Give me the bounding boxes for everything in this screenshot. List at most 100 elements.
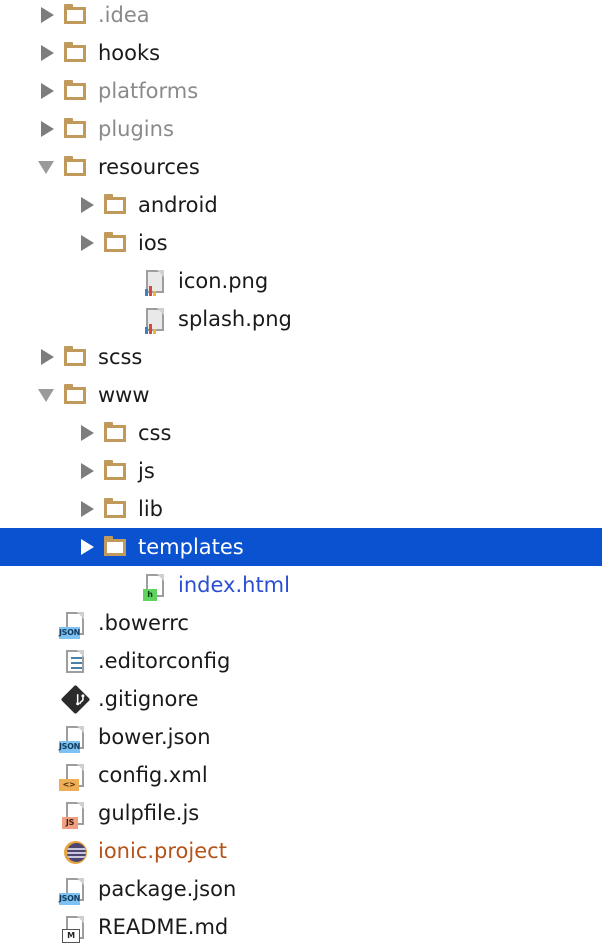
tree-row-label: bower.json bbox=[98, 725, 211, 749]
tree-row-label: hooks bbox=[98, 41, 161, 65]
tree-row[interactable]: JSON .bowerrc bbox=[0, 604, 602, 642]
tree-row[interactable]: plugins bbox=[0, 110, 602, 148]
twisty-placeholder bbox=[116, 300, 142, 338]
folder-icon bbox=[102, 224, 132, 262]
tree-row[interactable]: <> config.xml bbox=[0, 756, 602, 794]
chevron-right-icon[interactable] bbox=[76, 452, 102, 490]
tree-row-label: android bbox=[138, 193, 218, 217]
text-file-icon bbox=[62, 642, 92, 680]
image-file-icon bbox=[142, 300, 172, 338]
chevron-down-icon[interactable] bbox=[36, 148, 62, 186]
tree-row-label: js bbox=[138, 459, 155, 483]
indent-spacer bbox=[0, 281, 116, 282]
chevron-right-icon[interactable] bbox=[76, 490, 102, 528]
json-file-icon: JSON bbox=[59, 604, 92, 642]
tree-row[interactable]: JSON package.json bbox=[0, 870, 602, 908]
markdown-file-icon: M bbox=[62, 908, 92, 946]
tree-row[interactable]: JSON bower.json bbox=[0, 718, 602, 756]
indent-spacer bbox=[0, 851, 36, 852]
indent-spacer bbox=[0, 205, 76, 206]
folder-icon bbox=[102, 490, 132, 528]
indent-spacer bbox=[0, 699, 36, 700]
tree-row-label: lib bbox=[138, 497, 163, 521]
indent-spacer bbox=[0, 53, 36, 54]
indent-spacer bbox=[0, 737, 36, 738]
tree-row[interactable]: ios bbox=[0, 224, 602, 262]
indent-spacer bbox=[0, 129, 36, 130]
tree-row[interactable]: .editorconfig bbox=[0, 642, 602, 680]
tree-row-label: splash.png bbox=[178, 307, 292, 331]
chevron-right-icon[interactable] bbox=[36, 72, 62, 110]
tree-row[interactable]: android bbox=[0, 186, 602, 224]
folder-icon bbox=[102, 186, 132, 224]
chevron-right-icon[interactable] bbox=[36, 110, 62, 148]
tree-row-label: .editorconfig bbox=[98, 649, 231, 673]
tree-row-label: .gitignore bbox=[98, 687, 199, 711]
twisty-placeholder bbox=[36, 680, 62, 718]
indent-spacer bbox=[0, 319, 116, 320]
tree-row-label: templates bbox=[138, 535, 244, 559]
chevron-right-icon[interactable] bbox=[36, 34, 62, 72]
tree-row-label: www bbox=[98, 383, 150, 407]
indent-spacer bbox=[0, 433, 76, 434]
tree-row-label: .idea bbox=[98, 3, 150, 27]
chevron-right-icon[interactable] bbox=[36, 0, 62, 34]
twisty-placeholder bbox=[116, 262, 142, 300]
tree-row-label: README.md bbox=[98, 915, 229, 939]
tree-row[interactable]: JS gulpfile.js bbox=[0, 794, 602, 832]
twisty-placeholder bbox=[36, 832, 62, 870]
indent-spacer bbox=[0, 15, 36, 16]
indent-spacer bbox=[0, 661, 36, 662]
indent-spacer bbox=[0, 927, 36, 928]
chevron-right-icon[interactable] bbox=[76, 414, 102, 452]
tree-row-label: icon.png bbox=[178, 269, 269, 293]
tree-row[interactable]: js bbox=[0, 452, 602, 490]
tree-row[interactable]: splash.png bbox=[0, 300, 602, 338]
indent-spacer bbox=[0, 471, 76, 472]
ionic-project-icon bbox=[62, 832, 92, 870]
html-file-icon: h bbox=[142, 566, 172, 604]
folder-icon bbox=[62, 72, 92, 110]
indent-spacer bbox=[0, 509, 76, 510]
tree-row[interactable]: M README.md bbox=[0, 908, 602, 946]
tree-row-label: package.json bbox=[98, 877, 237, 901]
folder-icon bbox=[62, 110, 92, 148]
tree-row[interactable]: lib bbox=[0, 490, 602, 528]
tree-row[interactable]: h index.html bbox=[0, 566, 602, 604]
indent-spacer bbox=[0, 395, 36, 396]
tree-row[interactable]: css bbox=[0, 414, 602, 452]
tree-row[interactable]: .idea bbox=[0, 0, 602, 34]
folder-icon bbox=[62, 148, 92, 186]
tree-row[interactable]: icon.png bbox=[0, 262, 602, 300]
twisty-placeholder bbox=[36, 794, 62, 832]
twisty-placeholder bbox=[36, 642, 62, 680]
indent-spacer bbox=[0, 775, 36, 776]
tree-row-label: ios bbox=[138, 231, 168, 255]
folder-icon bbox=[102, 414, 132, 452]
json-file-icon: JSON bbox=[59, 870, 92, 908]
indent-spacer bbox=[0, 889, 36, 890]
tree-row[interactable]: resources bbox=[0, 148, 602, 186]
tree-row[interactable]: platforms bbox=[0, 72, 602, 110]
chevron-right-icon[interactable] bbox=[76, 224, 102, 262]
tree-row[interactable]: www bbox=[0, 376, 602, 414]
indent-spacer bbox=[0, 243, 76, 244]
tree-row[interactable]: templates bbox=[0, 528, 602, 566]
folder-icon bbox=[62, 0, 92, 34]
tree-row[interactable]: scss bbox=[0, 338, 602, 376]
tree-row-label: plugins bbox=[98, 117, 174, 141]
tree-row-label: ionic.project bbox=[98, 839, 227, 863]
chevron-right-icon[interactable] bbox=[76, 186, 102, 224]
javascript-file-icon: JS bbox=[62, 794, 92, 832]
chevron-right-icon[interactable] bbox=[76, 528, 102, 566]
file-tree[interactable]: .idea hooks platforms plugins resources andro… bbox=[0, 0, 602, 943]
tree-row[interactable]: .gitignore bbox=[0, 680, 602, 718]
tree-row[interactable]: hooks bbox=[0, 34, 602, 72]
chevron-down-icon[interactable] bbox=[36, 376, 62, 414]
tree-row[interactable]: ionic.project bbox=[0, 832, 602, 870]
tree-row-label: gulpfile.js bbox=[98, 801, 200, 825]
tree-row-label: resources bbox=[98, 155, 200, 179]
folder-icon bbox=[62, 338, 92, 376]
tree-row-label: .bowerrc bbox=[98, 611, 189, 635]
chevron-right-icon[interactable] bbox=[36, 338, 62, 376]
